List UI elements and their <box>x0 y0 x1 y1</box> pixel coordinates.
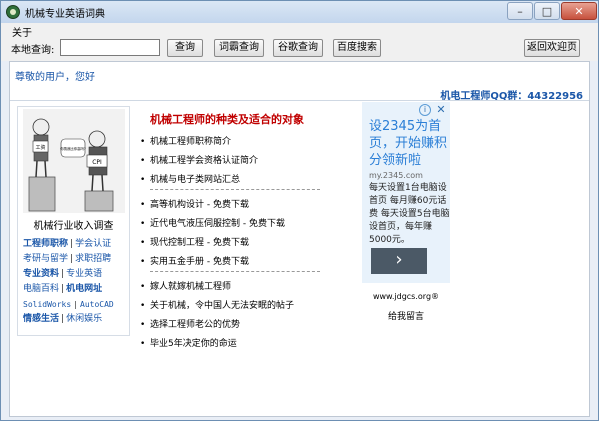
cartoon-right-sign: CPI <box>92 159 102 166</box>
left-panel: 工资 CPI 你猜我比你高吗? 机械行业收入调查 工程师职称 | 学会认证 考研与留… <box>17 106 130 336</box>
query-button[interactable]: 查询 <box>167 39 203 57</box>
search-label: 本地查询: <box>11 45 55 56</box>
ciba-query-button[interactable]: 词霸查询 <box>214 39 264 57</box>
browser-content: 尊敬的用户，您好 机电工程师QQ群：44322956 工资 CPI 你猜我比你高… <box>9 61 590 417</box>
ad-header: i ✕ <box>419 104 447 117</box>
baidu-search-button[interactable]: 百度搜索 <box>333 39 381 57</box>
link-solidworks[interactable]: SolidWorks <box>23 300 71 309</box>
site-panel: www.jdgcs.org® 给我留言 <box>362 289 450 325</box>
info-icon[interactable]: i <box>419 104 431 116</box>
toolbar: 本地查询: 查询 词霸查询 谷歌查询 百度搜索 返回欢迎页 <box>1 37 598 61</box>
ad-headline[interactable]: 设2345为首页，开始赚积分领新啦 <box>369 118 449 169</box>
site-url: www.jdgcs.org® <box>372 292 440 301</box>
link-postgrad-abroad[interactable]: 考研与留学 <box>23 254 68 264</box>
article-panel: 机械工程师的种类及适合的对象 • 机械工程师职称简介 • 机械工程学会资格认证简介 … <box>140 106 330 349</box>
list-item[interactable]: • 机械工程学会资格认证简介 <box>140 153 258 166</box>
list-item[interactable]: • 关于机械，令中国人无法安眠的帖子 <box>140 298 294 311</box>
list-item[interactable]: • 机械与电子类网站汇总 <box>140 172 240 185</box>
link-engineer-title[interactable]: 工程师职称 <box>23 239 68 249</box>
home-button[interactable]: 返回欢迎页 <box>524 39 580 57</box>
list-item[interactable]: • 现代控制工程 - 免费下载 <box>140 235 249 248</box>
leave-message-link[interactable]: 给我留言 <box>362 309 450 322</box>
link-me-sites[interactable]: 机电网址 <box>66 284 102 294</box>
list-item[interactable]: • 高等机构设计 - 免费下载 <box>140 197 249 210</box>
link-pc-wiki[interactable]: 电脑百科 <box>23 284 59 294</box>
maximize-button[interactable]: □ <box>534 2 560 20</box>
dashed-divider <box>150 189 320 190</box>
dashed-divider <box>150 271 320 272</box>
list-item[interactable]: • 毕业5年决定你的命运 <box>140 336 237 349</box>
close-icon[interactable]: ✕ <box>435 104 447 116</box>
google-query-button[interactable]: 谷歌查询 <box>273 39 323 57</box>
link-autocad[interactable]: AutoCAD <box>80 300 114 309</box>
title-bar: 机械专业英语词典 – □ ✕ <box>1 1 598 23</box>
list-item[interactable]: • 选择工程师老公的优势 <box>140 317 240 330</box>
link-leisure[interactable]: 休闲娱乐 <box>66 314 102 324</box>
ad-banner[interactable]: i ✕ 设2345为首页，开始赚积分领新啦 my.2345.com 每天设置1台… <box>362 102 450 283</box>
income-cartoon-image[interactable]: 工资 CPI 你猜我比你高吗? <box>23 109 125 213</box>
cartoon-bubble: 你猜我比你高吗? <box>60 146 86 151</box>
minimize-button[interactable]: – <box>507 2 533 20</box>
list-item[interactable]: • 实用五金手册 - 免费下载 <box>140 254 249 267</box>
link-pro-materials[interactable]: 专业资料 <box>23 269 59 279</box>
link-job-hunting[interactable]: 求职招聘 <box>75 254 111 264</box>
cartoon-left-sign: 工资 <box>35 144 45 151</box>
greeting-text: 尊敬的用户，您好 <box>15 72 95 83</box>
ad-domain: my.2345.com <box>369 171 423 180</box>
link-pro-english[interactable]: 专业英语 <box>66 269 102 279</box>
list-item[interactable]: • 近代电气液压伺服控制 - 免费下载 <box>140 216 285 229</box>
link-emotional-life[interactable]: 情感生活 <box>23 314 59 324</box>
list-item[interactable]: • 机械工程师职称简介 <box>140 134 231 147</box>
section-title: 机械工程师的种类及适合的对象 <box>150 113 304 126</box>
app-window: 机械专业英语词典 – □ ✕ 关于 本地查询: 查询 词霸查询 谷歌查询 百度搜… <box>0 0 599 421</box>
close-button[interactable]: ✕ <box>561 2 597 20</box>
app-icon <box>6 5 20 19</box>
category-links: 工程师职称 | 学会认证 考研与留学 | 求职招聘 专业资料 | 专业英语 电脑百科 | 机电网… <box>23 239 114 324</box>
cartoon-caption[interactable]: 机械行业收入调查 <box>18 217 129 232</box>
menu-bar: 关于 <box>1 23 598 39</box>
search-input[interactable] <box>60 39 160 56</box>
window-title: 机械专业英语词典 <box>25 9 105 20</box>
link-society-cert[interactable]: 学会认证 <box>75 239 111 249</box>
list-item[interactable]: • 嫁人就嫁机械工程师 <box>140 279 231 292</box>
divider <box>10 100 589 101</box>
ad-body: 每天设置1台电脑设首页 每月赚60元话费 每天设置5台电脑设首页，每年赚5000… <box>369 183 450 245</box>
arrow-right-icon[interactable]: › <box>371 248 427 274</box>
